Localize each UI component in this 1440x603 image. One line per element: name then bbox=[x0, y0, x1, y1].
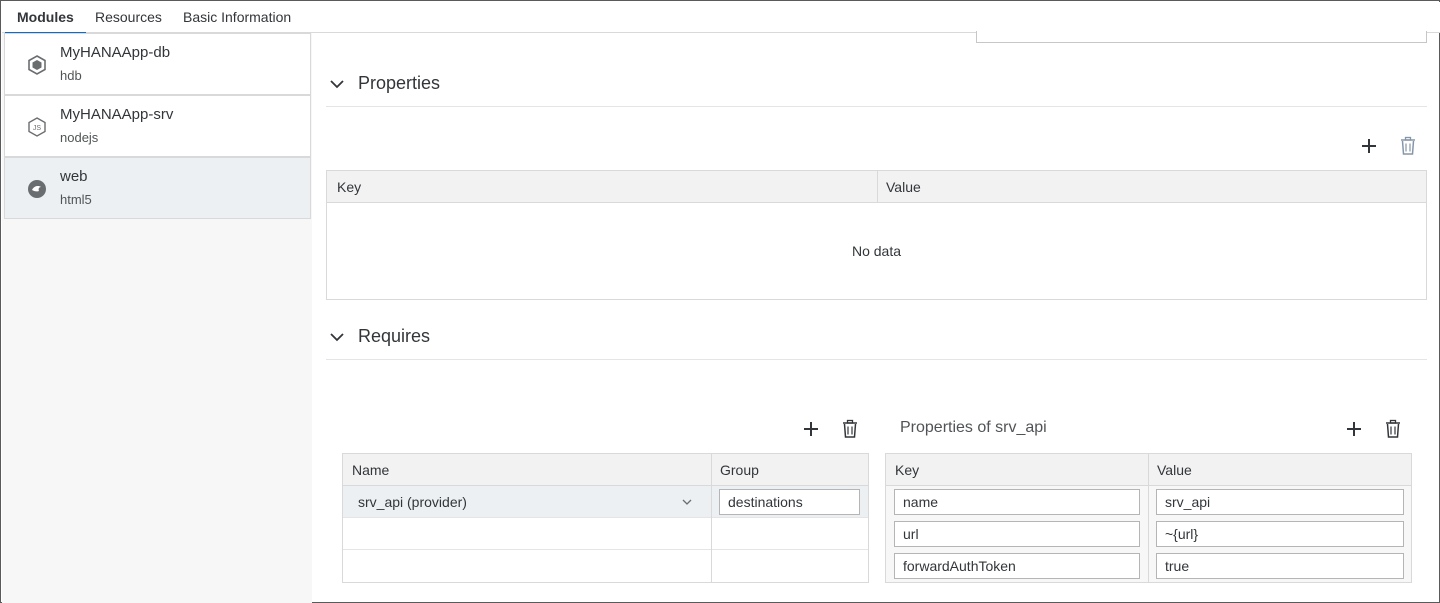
column-header-value: Value bbox=[886, 179, 921, 195]
module-details: Properties Key Value No data Requires Na… bbox=[312, 31, 1440, 603]
table-row[interactable]: srv_api (provider) destinations bbox=[343, 486, 868, 518]
module-type: hdb bbox=[60, 68, 82, 83]
module-name: MyHANAApp-db bbox=[60, 44, 171, 61]
chevron-down-icon[interactable] bbox=[328, 328, 346, 346]
module-type: nodejs bbox=[60, 130, 99, 145]
module-name: MyHANAApp-srv bbox=[60, 106, 174, 123]
add-icon[interactable] bbox=[800, 418, 822, 440]
chevron-down-icon[interactable] bbox=[681, 496, 693, 508]
requires-table: Name Group srv_api (provider) destinatio… bbox=[342, 453, 869, 583]
tab-modules[interactable]: Modules bbox=[5, 2, 86, 34]
table-row[interactable] bbox=[343, 550, 868, 582]
value-input[interactable]: srv_api bbox=[1156, 489, 1404, 515]
column-divider bbox=[1148, 454, 1149, 582]
key-input[interactable]: url bbox=[894, 521, 1140, 547]
requires-name-select[interactable]: srv_api (provider) bbox=[358, 494, 467, 510]
module-item-web[interactable]: web html5 bbox=[4, 157, 311, 219]
truncated-field[interactable] bbox=[976, 31, 1427, 43]
properties-section-header[interactable]: Properties bbox=[326, 63, 1427, 107]
requires-properties-table: Key Value name srv_api url ~{url} forwar… bbox=[885, 453, 1412, 583]
module-item-myhanaapp-db[interactable]: MyHANAApp-db hdb bbox=[4, 33, 311, 95]
delete-icon[interactable] bbox=[1397, 135, 1419, 157]
no-data-text: No data bbox=[851, 243, 902, 259]
section-title: Properties bbox=[358, 73, 441, 93]
column-header-key: Key bbox=[895, 462, 920, 478]
column-divider bbox=[877, 171, 878, 203]
module-type: html5 bbox=[60, 192, 92, 207]
add-icon[interactable] bbox=[1358, 135, 1380, 157]
key-input[interactable]: name bbox=[894, 489, 1140, 515]
section-title: Requires bbox=[358, 326, 431, 346]
app-window: Modules Resources Basic Information MyHA… bbox=[0, 0, 1440, 603]
properties-table: Key Value No data bbox=[326, 170, 1427, 300]
module-name: web bbox=[60, 168, 88, 185]
requires-section-header[interactable]: Requires bbox=[326, 316, 1427, 360]
column-header-name: Name bbox=[352, 462, 390, 478]
delete-icon[interactable] bbox=[839, 418, 861, 440]
module-item-myhanaapp-srv[interactable]: JS MyHANAApp-srv nodejs bbox=[4, 95, 311, 157]
table-row[interactable] bbox=[343, 518, 868, 550]
value-input[interactable]: true bbox=[1156, 553, 1404, 579]
nodejs-icon: JS bbox=[28, 117, 46, 137]
chevron-down-icon[interactable] bbox=[328, 75, 346, 93]
table-header: Name Group bbox=[343, 454, 868, 486]
delete-icon[interactable] bbox=[1382, 418, 1404, 440]
module-list: MyHANAApp-db hdb JS MyHANAApp-srv nodejs… bbox=[2, 33, 312, 603]
column-header-key: Key bbox=[337, 179, 362, 195]
hdb-cube-icon bbox=[28, 55, 46, 75]
tab-bar: Modules Resources Basic Information bbox=[2, 2, 1440, 34]
tab-basic-information[interactable]: Basic Information bbox=[183, 2, 291, 33]
add-icon[interactable] bbox=[1343, 418, 1365, 440]
column-header-group: Group bbox=[720, 462, 759, 478]
key-input[interactable]: forwardAuthToken bbox=[894, 553, 1140, 579]
column-divider bbox=[711, 454, 712, 582]
tab-resources[interactable]: Resources bbox=[95, 2, 162, 33]
html5-globe-icon bbox=[28, 180, 46, 198]
requires-properties-title: Properties of srv_api bbox=[900, 419, 1047, 436]
table-header: Key Value bbox=[327, 171, 1426, 203]
column-header-value: Value bbox=[1157, 462, 1192, 478]
value-input[interactable]: ~{url} bbox=[1156, 521, 1404, 547]
group-input[interactable]: destinations bbox=[719, 489, 860, 515]
svg-text:JS: JS bbox=[33, 125, 42, 132]
